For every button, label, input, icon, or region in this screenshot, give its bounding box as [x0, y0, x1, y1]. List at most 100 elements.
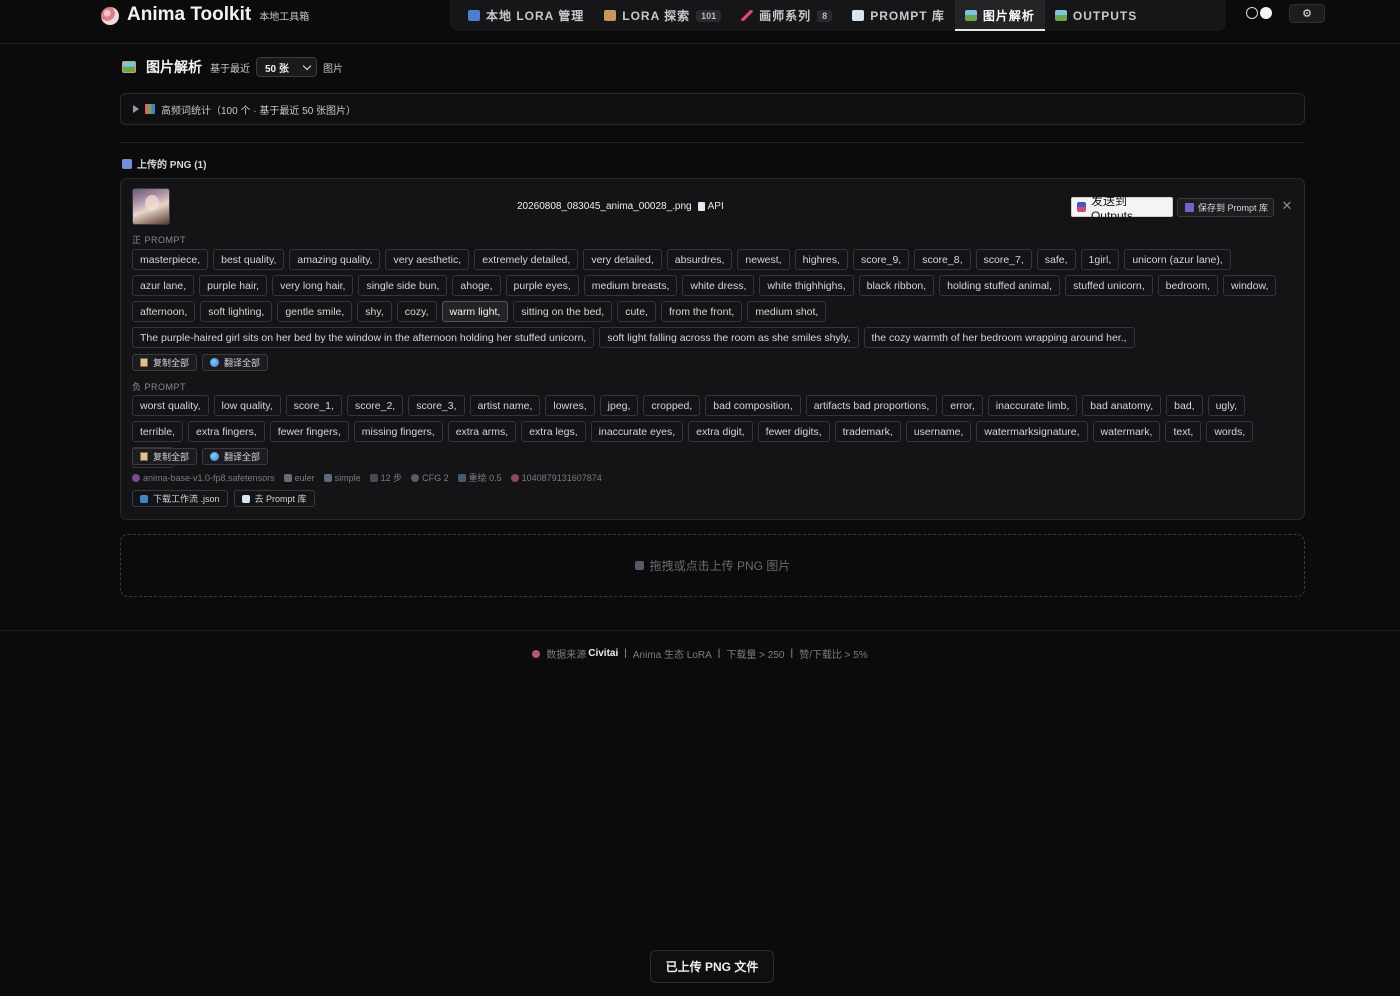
prompt-tag[interactable]: jpeg, — [599, 395, 639, 416]
prompt-tag[interactable]: low quality, — [213, 395, 281, 416]
prompt-tag[interactable]: text, — [1165, 421, 1202, 442]
copy-all-button[interactable]: 复制全部 — [132, 448, 198, 465]
translate-all-button[interactable]: 翻译全部 — [202, 354, 269, 371]
png-dropzone[interactable]: 拖拽或点击上传 PNG 图片 — [120, 534, 1305, 597]
prompt-tag[interactable]: stuffed unicorn, — [1065, 275, 1153, 296]
footer-item-ratio: 赞/下载比 > 5% — [799, 650, 868, 661]
settings-button[interactable]: ⚙ — [1289, 4, 1325, 23]
prompt-tag[interactable]: white dress, — [682, 275, 755, 296]
prompt-tag[interactable]: terrible, — [132, 421, 184, 442]
prompt-tag[interactable]: fewer fingers, — [269, 421, 349, 442]
tab-image-parse[interactable]: 图片解析 — [954, 0, 1045, 31]
copy-all-button[interactable]: 复制全部 — [132, 354, 198, 371]
prompt-tag[interactable]: score_9, — [852, 249, 910, 270]
prompt-tag[interactable]: highres, — [794, 249, 848, 270]
prompt-tag[interactable]: extra fingers, — [188, 421, 265, 442]
prompt-tag[interactable]: soft lighting, — [200, 301, 273, 322]
prompt-tag[interactable]: cozy, — [396, 301, 437, 322]
prompt-tag[interactable]: watermarksignature, — [976, 421, 1088, 442]
send-to-outputs-button[interactable]: 发送到 Outputs — [1071, 194, 1173, 223]
prompt-tag[interactable]: extra legs, — [521, 421, 586, 442]
prompt-tag[interactable]: cropped, — [643, 395, 701, 416]
prompt-tag[interactable]: unicorn (azur lane), — [1124, 249, 1231, 270]
prompt-tag[interactable]: username, — [905, 421, 972, 442]
prompt-tag[interactable]: cute, — [617, 301, 656, 322]
prompt-tag[interactable]: white thighhighs, — [759, 275, 854, 296]
prompt-tag[interactable]: medium shot, — [747, 301, 827, 322]
prompt-tag[interactable]: purple hair, — [199, 275, 268, 296]
prompt-tag[interactable]: fewer digits, — [757, 421, 830, 442]
prompt-tag[interactable]: bad composition, — [705, 395, 801, 416]
prompt-tag[interactable]: lowres, — [545, 395, 595, 416]
tab-artist-series[interactable]: 画师系列 8 — [731, 0, 842, 31]
prompt-tag[interactable]: extremely detailed, — [474, 249, 579, 270]
prompt-tag[interactable]: bedroom, — [1157, 275, 1219, 296]
frequency-stats-toggle[interactable]: 高频词统计（100 个 · 基于最近 50 张图片） — [120, 93, 1305, 125]
prompt-tag[interactable]: azur lane, — [132, 275, 195, 296]
prompt-tag[interactable]: bad, — [1166, 395, 1203, 416]
translate-all-button[interactable]: 翻译全部 — [202, 448, 269, 465]
prompt-tag[interactable]: inaccurate eyes, — [590, 421, 684, 442]
tab-local-lora[interactable]: 本地 LORA 管理 — [458, 0, 594, 31]
prompt-tag[interactable]: ugly, — [1207, 395, 1245, 416]
dark-theme-icon[interactable] — [1260, 7, 1272, 19]
prompt-tag[interactable]: very aesthetic, — [385, 249, 470, 270]
prompt-tag[interactable]: score_1, — [285, 395, 342, 416]
prompt-tag[interactable]: amazing quality, — [289, 249, 381, 270]
prompt-tag[interactable]: from the front, — [660, 301, 743, 322]
prompt-tag[interactable]: window, — [1223, 275, 1277, 296]
prompt-tag[interactable]: inaccurate limb, — [987, 395, 1078, 416]
prompt-tag[interactable]: bad anatomy, — [1082, 395, 1162, 416]
prompt-tag[interactable]: very detailed, — [583, 249, 662, 270]
prompt-tag[interactable]: masterpiece, — [132, 249, 209, 270]
brand[interactable]: Anima Toolkit 本地工具箱 — [101, 4, 309, 26]
prompt-tag[interactable]: single side bun, — [358, 275, 448, 296]
prompt-tag[interactable]: watermark, — [1092, 421, 1161, 442]
prompt-tag[interactable]: artist name, — [469, 395, 541, 416]
prompt-tag[interactable]: safe, — [1036, 249, 1076, 270]
tab-outputs[interactable]: OUTPUTS — [1045, 0, 1147, 31]
tab-lora-explore[interactable]: LORA 探索 101 — [594, 0, 731, 31]
prompt-tag[interactable]: newest, — [737, 249, 790, 270]
prompt-tag[interactable]: holding stuffed animal, — [939, 275, 1061, 296]
light-theme-icon[interactable] — [1246, 7, 1258, 19]
prompt-tag[interactable]: shy, — [357, 301, 392, 322]
prompt-tag[interactable]: absurdres, — [666, 249, 733, 270]
image-thumbnail[interactable] — [132, 188, 170, 225]
prompt-tag[interactable]: afternoon, — [132, 301, 196, 322]
prompt-tag[interactable]: sitting on the bed, — [513, 301, 613, 322]
prompt-tag[interactable]: warm light, — [441, 301, 509, 322]
prompt-tag[interactable]: score_8, — [914, 249, 971, 270]
prompt-tag[interactable]: very long hair, — [272, 275, 354, 296]
prompt-tag[interactable]: ahoge, — [452, 275, 501, 296]
prompt-tag[interactable]: purple eyes, — [505, 275, 579, 296]
prompt-tag[interactable]: score_3, — [408, 395, 465, 416]
prompt-tag[interactable]: black ribbon, — [858, 275, 935, 296]
prompt-tag[interactable]: trademark, — [834, 421, 901, 442]
theme-toggle[interactable] — [1246, 7, 1272, 19]
download-workflow-button[interactable]: 下载工作流 .json — [132, 490, 228, 507]
prompt-tag[interactable]: missing fingers, — [353, 421, 443, 442]
prompt-tag[interactable]: error, — [942, 395, 983, 416]
goto-prompt-library-button[interactable]: 去 Prompt 库 — [233, 490, 315, 507]
meta-scheduler: simple — [323, 473, 361, 483]
footer-source-link[interactable]: Civitai — [588, 648, 618, 659]
image-count-select[interactable]: 50 张 — [256, 57, 317, 77]
prompt-tag[interactable]: score_2, — [346, 395, 404, 416]
tab-prompt-library[interactable]: PROMPT 库 — [842, 0, 955, 31]
prompt-tag[interactable]: medium breasts, — [583, 275, 678, 296]
prompt-tag[interactable]: extra digit, — [688, 421, 753, 442]
close-icon[interactable]: ✕ — [1281, 199, 1293, 212]
prompt-tag[interactable]: words, — [1206, 421, 1254, 442]
prompt-tag[interactable]: soft light falling across the room as sh… — [599, 327, 859, 348]
prompt-tag[interactable]: best quality, — [213, 249, 285, 270]
prompt-tag[interactable]: The purple-haired girl sits on her bed b… — [132, 327, 595, 348]
prompt-tag[interactable]: gentle smile, — [277, 301, 353, 322]
prompt-tag[interactable]: score_7, — [975, 249, 1032, 270]
prompt-tag[interactable]: 1girl, — [1080, 249, 1120, 270]
prompt-tag[interactable]: artifacts bad proportions, — [805, 395, 938, 416]
prompt-tag[interactable]: extra arms, — [447, 421, 517, 442]
save-to-prompt-library-button[interactable]: 保存到 Prompt 库 — [1177, 198, 1274, 217]
prompt-tag[interactable]: worst quality, — [132, 395, 209, 416]
prompt-tag[interactable]: the cozy warmth of her bedroom wrapping … — [863, 327, 1135, 348]
